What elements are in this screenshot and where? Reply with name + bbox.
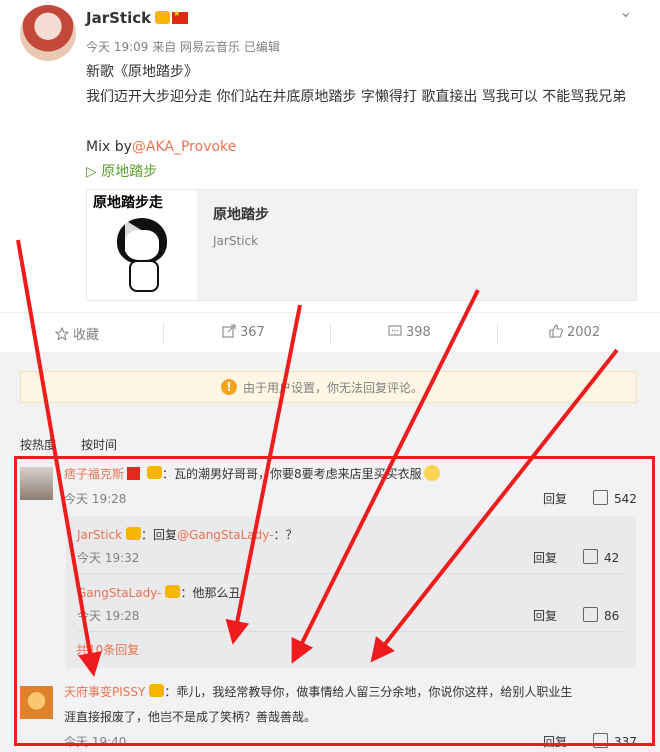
arrow [225, 304, 302, 645]
arrow [16, 239, 102, 677]
arrow [370, 348, 619, 663]
annotation-arrows [16, 239, 619, 677]
arrow [291, 289, 480, 664]
